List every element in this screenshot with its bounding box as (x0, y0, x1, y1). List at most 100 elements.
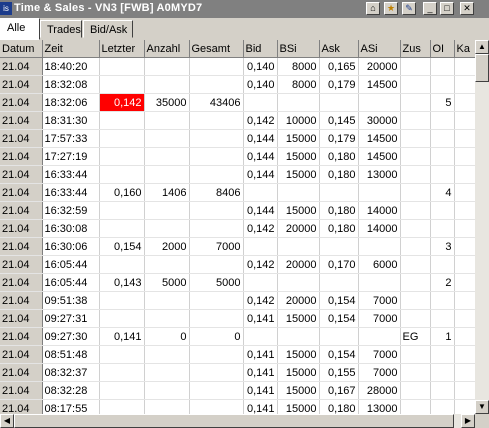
table-row[interactable]: 21.04 08:17:55 0,141 15000 0,180 13000 (0, 399, 475, 414)
table-cell (99, 165, 145, 184)
table-cell: 0,141 (243, 345, 278, 364)
close-icon[interactable]: ✕ (460, 2, 474, 15)
table-row[interactable]: 21.04 17:27:19 0,144 15000 0,180 14500 (0, 147, 475, 166)
column-header[interactable]: Letzter (99, 40, 145, 58)
table-row[interactable]: 21.04 16:33:44 0,160 1406 8406 4 (0, 183, 475, 202)
column-header[interactable]: Zeit (42, 40, 100, 58)
table-cell (454, 201, 475, 220)
maximize-icon[interactable]: □ (440, 2, 454, 15)
table-cell: 0,142 (243, 219, 278, 238)
table-cell (400, 201, 431, 220)
table-cell (277, 237, 320, 256)
table-row[interactable]: 21.04 18:31:30 0,142 10000 0,145 30000 (0, 111, 475, 130)
tab-bid-ask[interactable]: Bid/Ask (83, 20, 133, 38)
table-cell (400, 111, 431, 130)
table-row[interactable]: 21.04 17:57:33 0,144 15000 0,179 14500 (0, 129, 475, 148)
table-cell (99, 129, 145, 148)
table-row[interactable]: 21.04 16:30:08 0,142 20000 0,180 14000 (0, 219, 475, 238)
column-header[interactable]: Anzahl (144, 40, 190, 58)
table-cell: 7000 (358, 291, 401, 310)
table-cell (358, 183, 401, 202)
column-header[interactable]: Gesamt (189, 40, 244, 58)
vertical-scroll-thumb[interactable] (475, 54, 489, 82)
table-cell: 14000 (358, 219, 401, 238)
table-cell: 0,141 (99, 327, 145, 346)
table-cell (358, 273, 401, 292)
table-row[interactable]: 21.04 08:32:37 0,141 15000 0,155 7000 (0, 363, 475, 382)
horizontal-scroll-thumb[interactable] (14, 414, 454, 428)
scroll-right-icon[interactable]: ▶ (461, 414, 475, 428)
table-row[interactable]: 21.04 16:33:44 0,144 15000 0,180 13000 (0, 165, 475, 184)
table-row[interactable]: 21.04 09:27:30 0,141 0 0 EG 1 (0, 327, 475, 346)
column-header[interactable]: Ka (454, 40, 475, 58)
table-cell (144, 309, 190, 328)
table-cell (430, 345, 455, 364)
table-cell (430, 309, 455, 328)
table-cell: 21.04 (0, 381, 43, 400)
table-cell: 0,155 (319, 363, 359, 382)
table-cell (319, 93, 359, 112)
column-header[interactable]: Datum (0, 40, 43, 58)
table-cell: 17:57:33 (42, 129, 100, 148)
table-row[interactable]: 21.04 09:51:38 0,142 20000 0,154 7000 (0, 291, 475, 310)
column-header[interactable]: Zus (400, 40, 431, 58)
table-cell (189, 57, 244, 76)
table-cell (144, 219, 190, 238)
table-cell: 09:51:38 (42, 291, 100, 310)
pin-icon[interactable]: ⌂ (366, 2, 380, 15)
table-cell: 0,144 (243, 129, 278, 148)
table-cell (430, 399, 455, 414)
column-header[interactable]: ASi (358, 40, 401, 58)
table-body: 21.04 18:40:20 0,140 8000 0,165 20000 21.04 18:… (0, 57, 475, 414)
column-header[interactable]: OI (430, 40, 455, 58)
table-cell (243, 273, 278, 292)
star-icon[interactable]: ★ (384, 2, 398, 15)
table-row[interactable]: 21.04 16:05:44 0,142 20000 0,170 6000 (0, 255, 475, 274)
scroll-up-icon[interactable]: ▲ (475, 40, 489, 54)
table-cell (454, 237, 475, 256)
table-cell (99, 75, 145, 94)
table-cell: 18:40:20 (42, 57, 100, 76)
column-header[interactable]: BSi (277, 40, 320, 58)
table-cell (144, 255, 190, 274)
table-cell: 17:27:19 (42, 147, 100, 166)
table-cell (99, 201, 145, 220)
table-row[interactable]: 21.04 18:32:06 0,142 35000 43406 5 (0, 93, 475, 112)
window-title: Time & Sales - VN3 [FWB] A0MYD7 (14, 2, 203, 14)
table-cell: 16:05:44 (42, 255, 100, 274)
table-cell: 14500 (358, 75, 401, 94)
table-cell: 20000 (277, 255, 320, 274)
table-cell (144, 147, 190, 166)
table-row[interactable]: 21.04 18:32:08 0,140 8000 0,179 14500 (0, 75, 475, 94)
table-cell: 0,142 (243, 111, 278, 130)
column-header[interactable]: Ask (319, 40, 359, 58)
table-row[interactable]: 21.04 18:40:20 0,140 8000 0,165 20000 (0, 57, 475, 76)
table-cell: 0,141 (243, 399, 278, 414)
column-header[interactable]: Bid (243, 40, 278, 58)
table-cell: 1406 (144, 183, 190, 202)
table-row[interactable]: 21.04 16:30:06 0,154 2000 7000 3 (0, 237, 475, 256)
table-cell (189, 219, 244, 238)
table-cell: 35000 (144, 93, 190, 112)
table-cell: 0,154 (319, 345, 359, 364)
table-cell (99, 399, 145, 414)
table-cell: 0,179 (319, 75, 359, 94)
table-cell (454, 57, 475, 76)
table-cell: 21.04 (0, 183, 43, 202)
table-row[interactable]: 21.04 16:32:59 0,144 15000 0,180 14000 (0, 201, 475, 220)
vertical-scrollbar[interactable]: ▲ ▼ (475, 40, 489, 414)
minimize-icon[interactable]: _ (423, 2, 437, 15)
tab-alle[interactable]: Alle (0, 18, 40, 40)
table-cell: 0,142 (243, 255, 278, 274)
horizontal-scrollbar[interactable]: ◀ ▶ (0, 414, 475, 428)
table-row[interactable]: 21.04 09:27:31 0,141 15000 0,154 7000 (0, 309, 475, 328)
pen-icon[interactable]: ✎ (402, 2, 416, 15)
table-row[interactable]: 21.04 16:05:44 0,143 5000 5000 2 (0, 273, 475, 292)
scroll-left-icon[interactable]: ◀ (0, 414, 14, 428)
table-cell (430, 75, 455, 94)
table-row[interactable]: 21.04 08:51:48 0,141 15000 0,154 7000 (0, 345, 475, 364)
tab-trades[interactable]: Trades (40, 20, 82, 38)
table-row[interactable]: 21.04 08:32:28 0,141 15000 0,167 28000 (0, 381, 475, 400)
scroll-down-icon[interactable]: ▼ (475, 400, 489, 414)
table-cell: 0,180 (319, 399, 359, 414)
